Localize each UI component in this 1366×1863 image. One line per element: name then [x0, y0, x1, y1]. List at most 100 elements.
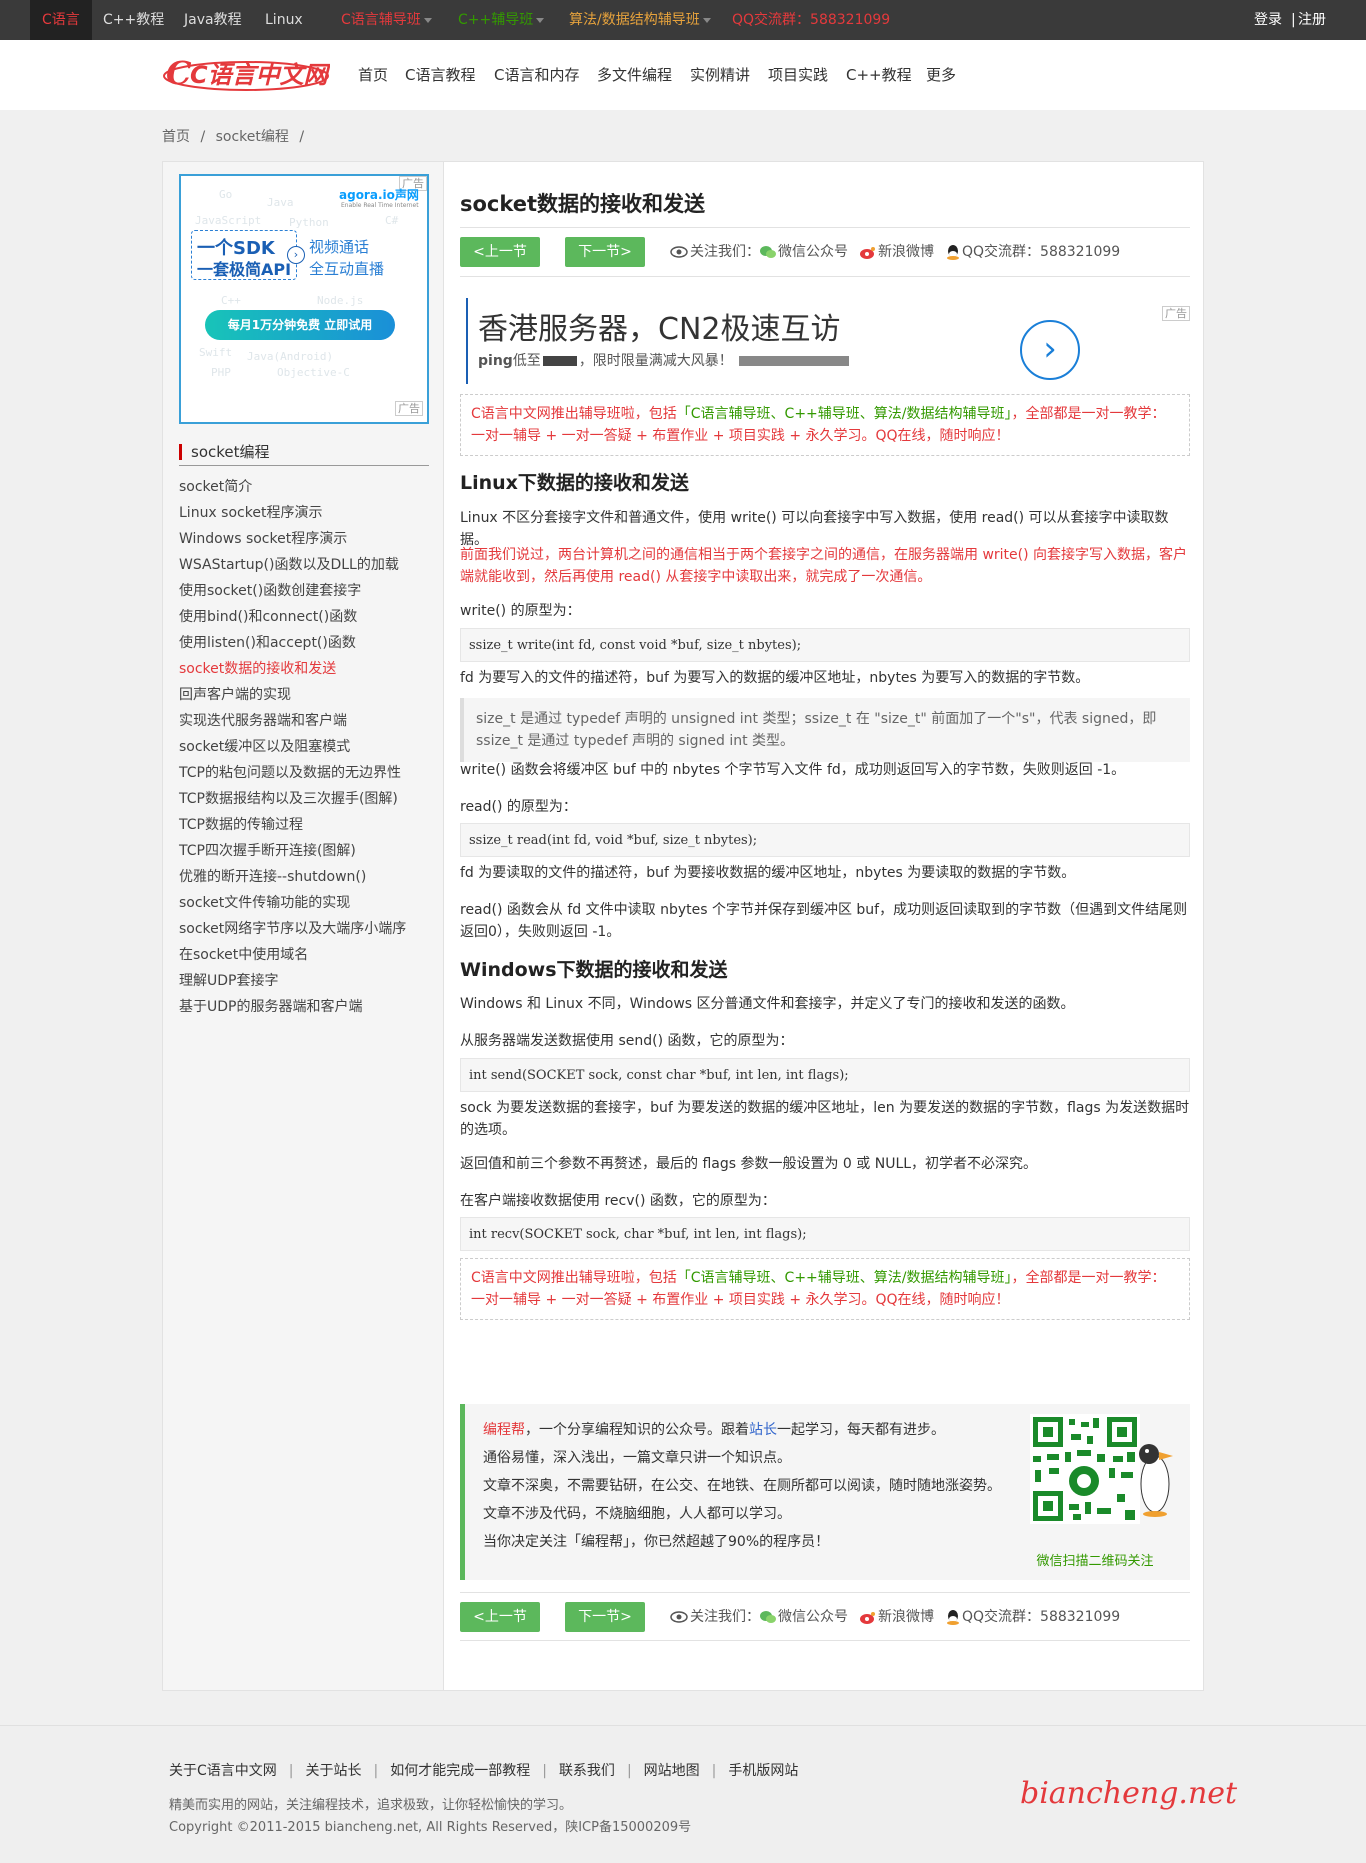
sidebar-item[interactable]: 回声客户端的实现: [179, 682, 434, 708]
sidebar-item[interactable]: 使用listen()和accept()函数: [179, 630, 434, 656]
section-heading-windows: Windows下数据的接收和发送: [460, 959, 728, 981]
section-heading-linux: Linux下数据的接收和发送: [460, 472, 689, 494]
wechat-link[interactable]: 微信公众号: [778, 1609, 848, 1625]
topbar-separator: |: [1291, 12, 1296, 28]
sidebar-item[interactable]: socket缓冲区以及阻塞模式: [179, 734, 434, 760]
banner-ad[interactable]: 香港服务器，CN2极速互访 ping低至 ，限时限量满减大风暴！ › 广告: [460, 292, 1190, 392]
sidebar-item[interactable]: Linux socket程序演示: [179, 500, 434, 526]
main-container: Go Java JavaScript Python C# C++ Node.js…: [162, 161, 1204, 1691]
sidebar-item[interactable]: 优雅的断开连接--shutdown(): [179, 864, 434, 890]
wechat-link[interactable]: 微信公众号: [778, 244, 848, 260]
chevron-down-icon: [702, 17, 711, 23]
ad-line2a: 视频通话: [309, 238, 370, 256]
nav-home[interactable]: 首页: [358, 40, 388, 110]
logo-text: C语言中文网: [190, 61, 330, 89]
sidebar-item[interactable]: 理解UDP套接字: [179, 968, 434, 994]
sidebar-item-active[interactable]: socket数据的接收和发送: [179, 656, 434, 682]
notice-text: 一对一辅导 + 一对一答疑 + 布置作业 + 项目实践 + 永久学习。QQ在线，…: [471, 1292, 1010, 1308]
ad-line1b: 一套极简API: [197, 260, 292, 279]
nav-c-memory[interactable]: C语言和内存: [494, 40, 579, 110]
login-link[interactable]: 登录: [1254, 0, 1282, 40]
ad-bg-word: Go: [219, 188, 233, 201]
top-bar: C语言 C++教程 Java教程 Linux C语言辅导班 C++辅导班 算法/…: [0, 0, 1366, 40]
next-button[interactable]: 下一节>: [565, 1602, 645, 1632]
notice-text: C语言中文网推出辅导班啦，包括: [471, 406, 677, 422]
footer-separator: |: [542, 1763, 547, 1779]
topbar-link-cpp-tutoring[interactable]: C++辅导班: [458, 0, 545, 40]
breadcrumb-section[interactable]: socket编程: [216, 129, 289, 145]
sidebar-item[interactable]: socket简介: [179, 474, 434, 500]
nav-cpp-tutorial[interactable]: C++教程: [846, 40, 912, 110]
topbar-link-linux[interactable]: Linux: [265, 0, 303, 40]
wechat-icon: [760, 1610, 776, 1623]
ad-label: 广告: [395, 401, 423, 416]
topbar-link-cpp[interactable]: C++教程: [103, 0, 164, 40]
sidebar-item[interactable]: 使用bind()和connect()函数: [179, 604, 434, 630]
nav-multi-file[interactable]: 多文件编程: [597, 40, 672, 110]
prev-button[interactable]: <上一节: [460, 1602, 540, 1632]
topbar-link-algo-tutoring[interactable]: 算法/数据结构辅导班: [569, 0, 711, 40]
footer-link-about-owner[interactable]: 关于站长: [306, 1763, 362, 1779]
sidebar-item[interactable]: WSAStartup()函数以及DLL的加载: [179, 552, 434, 578]
divider: [460, 276, 1190, 277]
sidebar-item[interactable]: Windows socket程序演示: [179, 526, 434, 552]
footer-separator: |: [626, 1763, 632, 1779]
divider: [460, 227, 1190, 228]
ad-sub: 低至: [512, 353, 541, 369]
topbar-cpp-tutoring-label: C++辅导班: [458, 12, 534, 28]
sidebar-item[interactable]: socket网络字节序以及大端序小端序: [179, 916, 434, 942]
breadcrumb-home[interactable]: 首页: [162, 129, 190, 145]
sidebar-item[interactable]: 基于UDP的服务器端和客户端: [179, 994, 434, 1020]
sidebar-ad[interactable]: Go Java JavaScript Python C# C++ Node.js…: [179, 174, 429, 424]
chevron-right-icon[interactable]: ›: [1020, 320, 1080, 380]
nav-c-tutorial[interactable]: C语言教程: [405, 40, 475, 110]
sidebar-item[interactable]: 实现迭代服务器端和客户端: [179, 708, 434, 734]
paragraph-highlight: 前面我们说过，两台计算机之间的通信相当于两个套接字之间的通信，在服务器端用 wr…: [460, 547, 1188, 585]
footer-link-tutorial-howto[interactable]: 如何才能完成一部教程: [390, 1763, 530, 1779]
follow-bar: 关注我们： 微信公众号 新浪微博 QQ交流群：588321099: [670, 237, 1120, 267]
weibo-link[interactable]: 新浪微博: [878, 244, 934, 260]
prev-button[interactable]: <上一节: [460, 237, 540, 267]
sidebar: Go Java JavaScript Python C# C++ Node.js…: [163, 162, 444, 1690]
topbar-c-tutoring-label: C语言辅导班: [341, 12, 421, 28]
footer-link-about-site[interactable]: 关于C语言中文网: [169, 1763, 277, 1779]
ad-label: 广告: [1162, 306, 1190, 321]
tutoring-notice[interactable]: C语言中文网推出辅导班啦，包括「C语言辅导班、C++辅导班、算法/数据结构辅导班…: [460, 1258, 1190, 1320]
svg-text:C: C: [166, 54, 192, 92]
notice-highlight: 「C语言辅导班、C++辅导班、算法/数据结构辅导班」: [676, 406, 1012, 422]
paragraph: write() 的原型为：: [460, 603, 581, 619]
sidebar-item[interactable]: TCP数据的传输过程: [179, 812, 434, 838]
footer-link-sitemap[interactable]: 网站地图: [644, 1763, 700, 1779]
sidebar-item[interactable]: TCP数据报结构以及三次握手(图解): [179, 786, 434, 812]
nav-examples[interactable]: 实例精讲: [690, 40, 750, 110]
site-logo[interactable]: C C语言中文网: [162, 54, 332, 94]
wechat-promo: 编程帮，一个分享编程知识的公众号。跟着站长一起学习，每天都有进步。 通俗易懂，深…: [460, 1404, 1190, 1580]
ad-cta-button[interactable]: 每月1万分钟免费 立即试用: [205, 310, 395, 340]
topbar-qq-group: QQ交流群：588321099: [732, 12, 891, 28]
sidebar-item[interactable]: socket文件传输功能的实现: [179, 890, 434, 916]
code-block: int recv(SOCKET sock, char *buf, int len…: [460, 1217, 1190, 1251]
tutoring-notice[interactable]: C语言中文网推出辅导班啦，包括「C语言辅导班、C++辅导班、算法/数据结构辅导班…: [460, 394, 1190, 456]
nav-projects[interactable]: 项目实践: [768, 40, 828, 110]
ad-sub-prefix: ping: [478, 353, 513, 369]
paragraph: Windows 和 Linux 不同，Windows 区分普通文件和套接字，并定…: [460, 996, 1075, 1012]
sidebar-item[interactable]: 使用socket()函数创建套接字: [179, 578, 434, 604]
next-button[interactable]: 下一节>: [565, 237, 645, 267]
code-block: ssize_t write(int fd, const void *buf, s…: [460, 628, 1190, 662]
sidebar-item[interactable]: 在socket中使用域名: [179, 942, 434, 968]
topbar-link-java[interactable]: Java教程: [184, 0, 242, 40]
promo-owner-link[interactable]: 站长: [749, 1422, 777, 1438]
ad-bg-word: PHP: [211, 366, 231, 379]
weibo-icon: [860, 246, 875, 259]
nav-more-label: 更多: [926, 66, 957, 84]
topbar-link-c[interactable]: C语言: [30, 0, 92, 40]
promo-line: 文章不涉及代码，不烧脑细胞，人人都可以学习。: [483, 1506, 791, 1522]
sidebar-item[interactable]: TCP四次握手断开连接(图解): [179, 838, 434, 864]
register-link[interactable]: 注册: [1298, 0, 1326, 40]
topbar-link-c-tutoring[interactable]: C语言辅导班: [341, 0, 432, 40]
footer-link-contact[interactable]: 联系我们: [559, 1763, 615, 1779]
footer-link-mobile[interactable]: 手机版网站: [728, 1763, 798, 1779]
weibo-link[interactable]: 新浪微博: [878, 1609, 934, 1625]
nav-more[interactable]: 更多: [926, 40, 956, 110]
sidebar-item[interactable]: TCP的粘包问题以及数据的无边界性: [179, 760, 434, 786]
